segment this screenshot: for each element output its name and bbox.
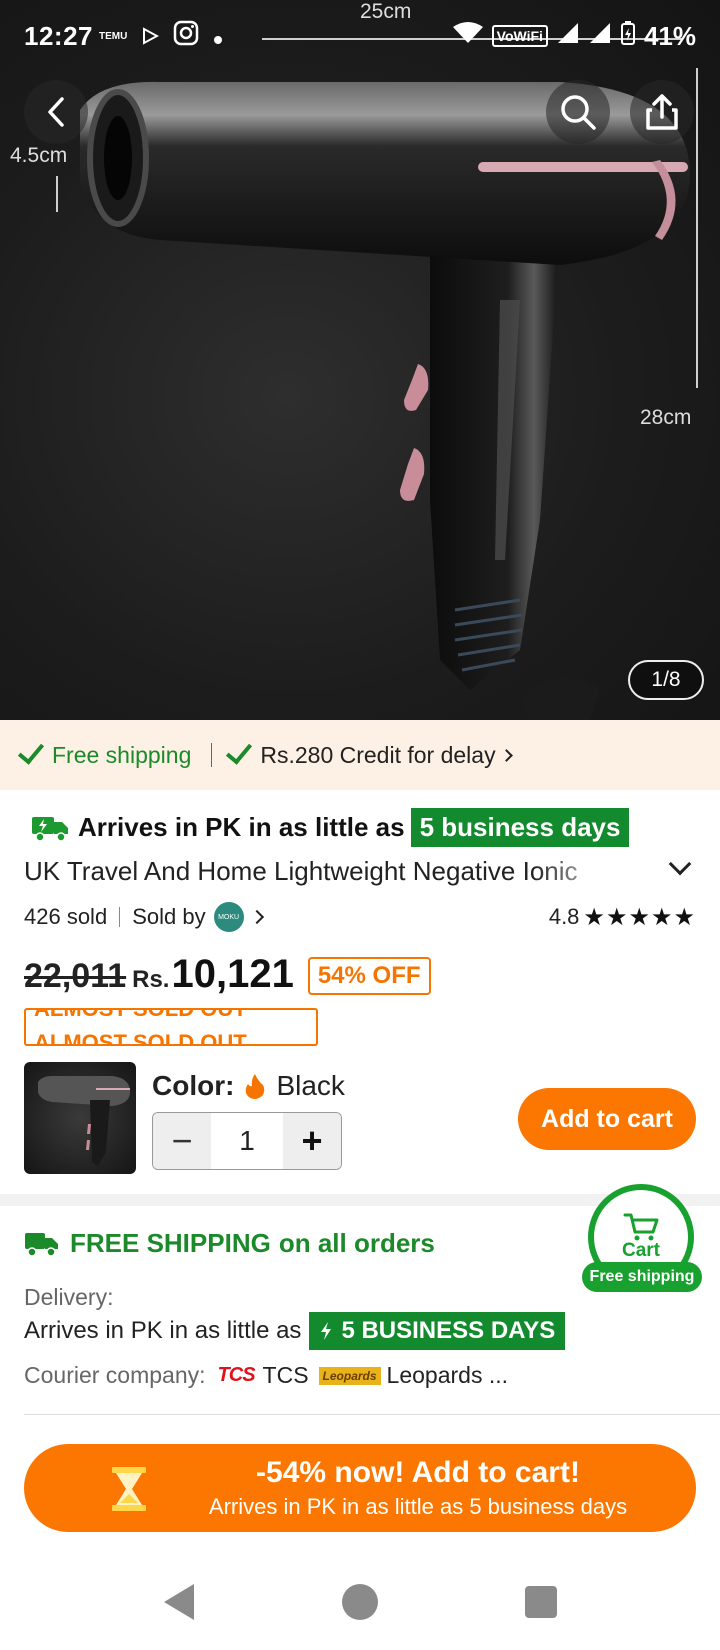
free-shipping-label: Free shipping (52, 741, 192, 768)
price-row: 22,011 Rs. 10,121 54% OFF (24, 952, 431, 999)
courier-leopards: Leopards ... (386, 1362, 509, 1388)
tcs-logo: TCS (217, 1364, 256, 1386)
hourglass-icon (112, 1467, 146, 1511)
cta-text: -54% now! Add to cart! Arrives in PK in … (164, 1456, 672, 1520)
hair-dryer-image (80, 81, 690, 720)
variant-thumbnail[interactable] (24, 1062, 136, 1174)
divider (119, 907, 121, 927)
wifi-icon (452, 21, 484, 52)
business-days-badge: 5 business days (410, 808, 630, 847)
arrives-banner: Arrives in PK in as little as 5 business… (30, 808, 630, 847)
courier-tcs: TCS (262, 1362, 309, 1388)
sold-count: 426 sold (24, 904, 108, 929)
lightning-icon (321, 1322, 332, 1340)
delivery-truck-icon (25, 1232, 58, 1257)
back-button[interactable] (24, 80, 88, 144)
status-right-icons: VoWiFi 41% (452, 20, 696, 53)
hair-dryer-thumbnail-image (38, 1076, 130, 1166)
vowifi-badge: VoWiFi (491, 25, 548, 47)
temu-label: TEMU (99, 30, 128, 42)
leopards-logo: Leopards (318, 1366, 381, 1385)
store-logo[interactable]: MOKU (213, 902, 244, 932)
sold-by-label: Sold by (132, 904, 206, 929)
cta-main-text: -54% now! Add to cart! (256, 1456, 580, 1489)
fast-delivery-truck-icon (32, 816, 68, 842)
free-shipping-rest: on all orders (278, 1228, 435, 1258)
dimension-line-left (56, 176, 58, 212)
rating-value: 4.8 (548, 904, 580, 929)
image-counter: 1/8 (628, 660, 704, 700)
cta-sub-text: Arrives in PK in as little as 5 business… (208, 1494, 628, 1519)
add-to-cart-button[interactable]: Add to cart (518, 1088, 696, 1150)
dimension-left-label: 4.5cm (10, 144, 68, 167)
decrease-quantity-button[interactable]: − (153, 1113, 211, 1169)
sales-row: 426 sold Sold by MOKU 4.8 ★★★★★ (24, 902, 696, 932)
cart-label: Cart (621, 1240, 660, 1261)
status-time: 12:27 (24, 20, 93, 51)
share-icon (646, 94, 678, 130)
bottom-add-to-cart-button[interactable]: -54% now! Add to cart! Arrives in PK in … (24, 1444, 696, 1532)
chevron-right-icon[interactable] (249, 909, 264, 925)
battery-icon (620, 20, 636, 53)
credit-for-delay-label: Rs.280 Credit for delay (260, 741, 496, 768)
flame-icon (246, 1074, 265, 1099)
dimension-right-label: 28cm (640, 406, 692, 429)
color-label: Color: (152, 1070, 235, 1101)
expand-title-chevron-icon[interactable] (668, 852, 692, 876)
product-image-carousel[interactable]: 25cm 4.5cm 28cm 12:27 TEMU VoWiFi 41% 1/… (0, 0, 720, 720)
discount-badge: 54% OFF (307, 957, 431, 995)
instagram-icon (173, 20, 199, 53)
business-days-badge: 5 BUSINESS DAYS (309, 1312, 566, 1350)
signal-icon-2 (588, 21, 612, 52)
search-icon (561, 95, 596, 130)
chevron-right-icon (499, 748, 513, 762)
color-value: Black (276, 1070, 345, 1101)
color-selector[interactable]: Color: Black (152, 1070, 345, 1102)
almost-sold-out-ticker: ALMOST SOLD OUT ALMOST SOLD OUT (24, 1008, 318, 1046)
signal-icon (556, 21, 580, 52)
original-price: 22,011 (24, 957, 127, 995)
courier-label: Courier company: (24, 1362, 206, 1388)
cart-icon (623, 1213, 659, 1241)
notification-dot-icon (213, 21, 223, 52)
almost-sold-out-label: ALMOST SOLD OUT (34, 1030, 247, 1046)
divider (211, 743, 213, 767)
delivery-label: Delivery: (24, 1284, 114, 1310)
store-logo-text: MOKU (218, 913, 240, 921)
increase-quantity-button[interactable]: + (283, 1113, 341, 1169)
chevron-left-icon (48, 97, 64, 127)
play-icon (141, 21, 160, 52)
search-button[interactable] (546, 80, 610, 144)
check-icon (17, 737, 45, 765)
arrives-text: Arrives in PK in as little as (78, 812, 405, 842)
check-icon (226, 737, 253, 765)
status-bar: 12:27 TEMU VoWiFi 41% (0, 0, 720, 72)
almost-sold-out-label: ALMOST SOLD OUT (34, 1008, 247, 1021)
nav-back-button[interactable] (164, 1584, 194, 1620)
quantity-stepper: − 1 + (152, 1112, 342, 1170)
share-button[interactable] (630, 80, 694, 144)
courier-row[interactable]: Courier company: TCS TCS Leopards Leopar… (24, 1362, 508, 1389)
business-days-text: 5 BUSINESS DAYS (341, 1317, 556, 1344)
cart-free-shipping-pill[interactable]: Free shipping (582, 1262, 702, 1292)
temu-notification-icon: TEMU (99, 31, 127, 42)
quantity-value[interactable]: 1 (211, 1113, 283, 1169)
delivery-text: Arrives in PK in as little as (24, 1317, 302, 1344)
currency-symbol: Rs. (132, 966, 170, 993)
dimension-line-right (696, 68, 698, 388)
divider (24, 1414, 720, 1415)
free-shipping-banner: FREE SHIPPING on all orders (24, 1228, 435, 1259)
product-title[interactable]: UK Travel And Home Lightweight Negative … (24, 856, 624, 887)
delivery-estimate: Arrives in PK in as little as 5 BUSINESS… (24, 1312, 566, 1350)
sale-price: 10,121 (171, 952, 294, 996)
free-shipping-strong: FREE SHIPPING (70, 1228, 271, 1258)
battery-percent: 41% (643, 20, 696, 51)
nav-home-button[interactable] (342, 1584, 378, 1620)
nav-recents-button[interactable] (525, 1586, 557, 1618)
rating[interactable]: 4.8 ★★★★★ (549, 903, 696, 932)
rating-stars-icon: ★★★★★ (583, 903, 696, 931)
shipping-benefits-strip[interactable]: Free shipping Rs.280 Credit for delay (0, 720, 720, 790)
